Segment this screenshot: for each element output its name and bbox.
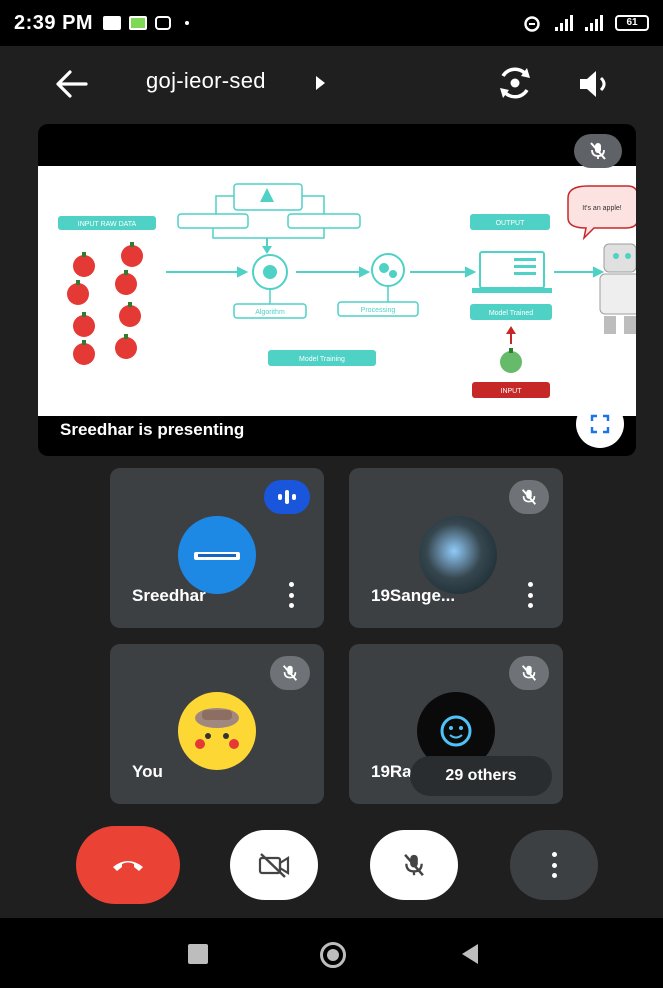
camera-off-button[interactable] — [230, 830, 318, 900]
speaking-indicator-icon — [264, 480, 310, 514]
app-notification-icon — [129, 16, 148, 30]
participant-tile-sreedhar[interactable]: Sreedhar — [110, 468, 324, 628]
avatar — [178, 516, 256, 594]
system-nav-bar — [0, 918, 663, 988]
recents-icon[interactable] — [188, 944, 208, 964]
input-raw-data-label: INPUT RAW DATA — [78, 221, 137, 228]
participant-name: 19Ra — [371, 762, 412, 781]
processing-label: Processing — [361, 307, 396, 314]
system-icons: 61 — [521, 14, 649, 32]
mic-off-button[interactable] — [370, 830, 458, 900]
presentation-tile[interactable]: INPUT RAW DATA Algorithm Processing Mode… — [38, 124, 636, 456]
participant-name: You — [132, 762, 163, 781]
avatar — [178, 692, 256, 770]
others-count-pill[interactable]: 29 others — [410, 756, 552, 796]
call-header: goj-ieor-sed — [0, 46, 663, 120]
speaker-icon[interactable] — [574, 64, 614, 104]
switch-camera-icon[interactable] — [494, 62, 536, 104]
avatar — [419, 516, 497, 594]
camera-off-icon — [258, 853, 290, 878]
status-time: 2:39 PM — [14, 11, 94, 34]
battery-icon: 61 — [615, 15, 649, 31]
more-vert-icon[interactable] — [286, 582, 296, 608]
mic-off-icon — [509, 480, 549, 514]
meeting-code[interactable]: goj-ieor-sed — [146, 68, 266, 94]
shared-slide: INPUT RAW DATA Algorithm Processing Mode… — [38, 166, 636, 416]
home-icon[interactable] — [320, 942, 346, 968]
sync-icon — [155, 16, 172, 30]
more-options-button[interactable] — [510, 830, 598, 900]
more-vert-icon — [549, 852, 559, 878]
end-call-button[interactable] — [76, 826, 180, 904]
mic-off-icon — [270, 656, 310, 690]
presenter-mic-off-icon — [574, 134, 622, 168]
alarm-icon — [524, 16, 540, 32]
message-icon — [103, 16, 122, 30]
back-arrow-icon[interactable] — [52, 66, 92, 102]
algorithm-label: Algorithm — [255, 309, 285, 316]
ml-diagram: INPUT RAW DATA Algorithm Processing Mode… — [58, 183, 636, 398]
status-bar: 2:39 PM 61 — [0, 0, 663, 46]
fullscreen-button[interactable] — [576, 400, 624, 448]
back-icon[interactable] — [462, 944, 478, 964]
presenter-label: Sreedhar is presenting — [60, 420, 245, 439]
signal-icon — [555, 15, 573, 31]
model-training-label: Model Training — [299, 356, 345, 363]
more-vert-icon[interactable] — [525, 582, 535, 608]
mic-off-icon — [404, 853, 424, 877]
input-label: INPUT — [501, 388, 523, 395]
output-label: OUTPUT — [496, 220, 526, 227]
mic-off-icon — [509, 656, 549, 690]
robot-icon — [599, 243, 636, 334]
more-notifications-icon — [185, 21, 190, 25]
notification-icons — [103, 16, 190, 30]
meeting-details-arrow-icon[interactable] — [316, 76, 325, 90]
signal-icon-2 — [585, 15, 603, 31]
phone-hangup-icon — [113, 861, 143, 871]
model-trained-label: Model Trained — [489, 310, 533, 317]
robot-speech-label: It's an apple! — [582, 205, 622, 212]
fullscreen-icon — [590, 414, 610, 434]
participant-tile-19sange[interactable]: 19Sange... — [349, 468, 563, 628]
participant-name: 19Sange... — [371, 586, 456, 605]
participant-name: Sreedhar — [132, 586, 206, 605]
participant-tile-you[interactable]: You — [110, 644, 324, 804]
